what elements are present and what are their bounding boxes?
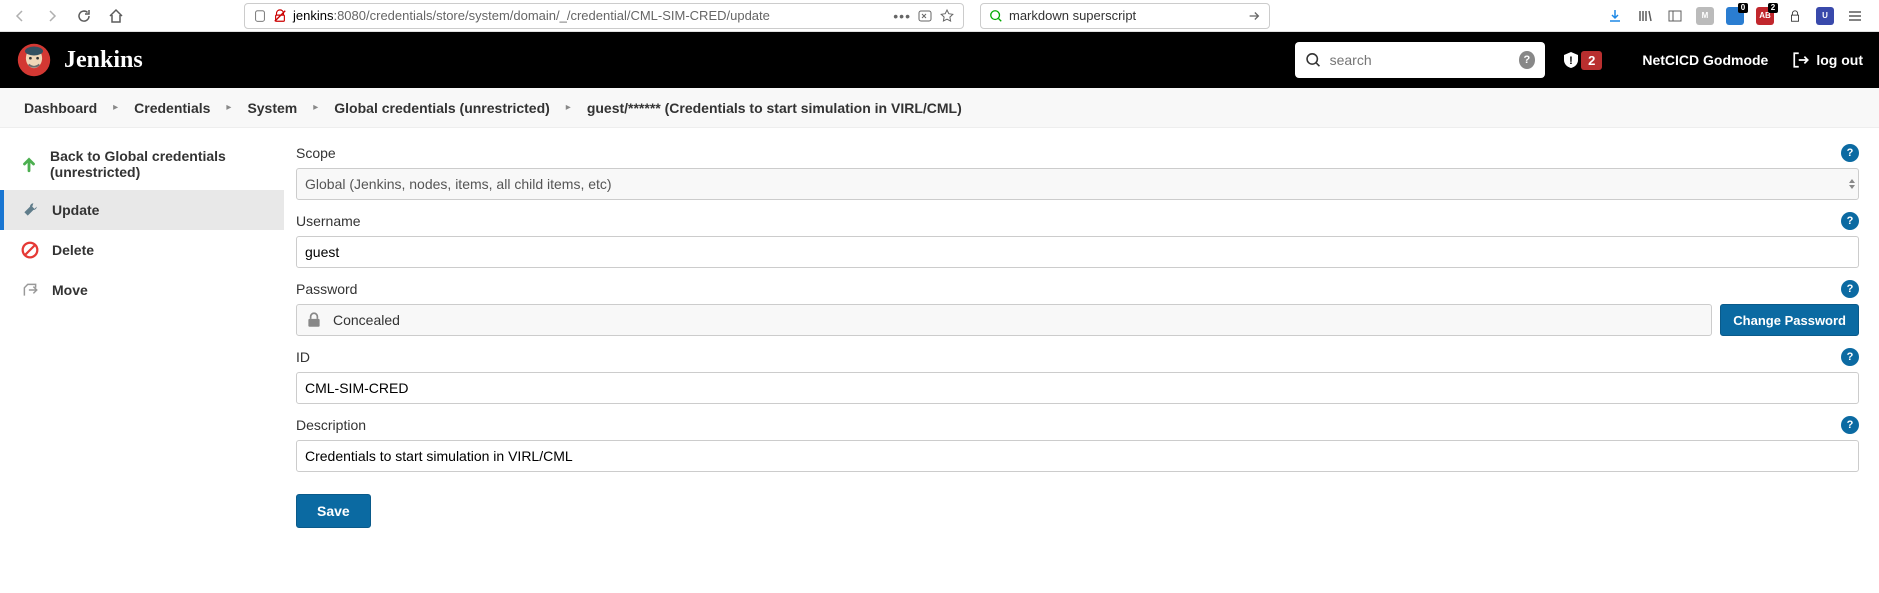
up-arrow-icon: [20, 154, 38, 174]
scope-label: Scope: [296, 145, 336, 161]
reader-mode-icon[interactable]: [917, 8, 933, 24]
wrench-icon: [20, 200, 40, 220]
save-button[interactable]: Save: [296, 494, 371, 528]
breadcrumb: Dashboard ▸ Credentials ▸ System ▸ Globa…: [0, 88, 1879, 128]
help-icon[interactable]: ?: [1841, 212, 1859, 230]
sidebar-item-delete[interactable]: Delete: [0, 230, 284, 270]
scope-select[interactable]: [296, 168, 1859, 200]
sidebar-item-label: Delete: [52, 242, 94, 258]
alert-count: 2: [1581, 51, 1602, 70]
go-arrow-icon[interactable]: [1247, 9, 1261, 23]
sidebar-item-update[interactable]: Update: [0, 190, 284, 230]
nav-forward-button[interactable]: [38, 2, 66, 30]
nav-reload-button[interactable]: [70, 2, 98, 30]
breadcrumb-credential[interactable]: guest/****** (Credentials to start simul…: [587, 100, 962, 116]
breadcrumb-separator: ▸: [313, 102, 318, 113]
jenkins-header: Jenkins ? ! 2 NetCICD Godmode log out: [0, 32, 1879, 88]
extension-abp-icon[interactable]: AB2: [1755, 6, 1775, 26]
shield-icon: [253, 9, 267, 23]
help-icon[interactable]: ?: [1841, 144, 1859, 162]
extension-m-icon[interactable]: M: [1695, 6, 1715, 26]
search-engine-icon: [989, 9, 1003, 23]
help-icon[interactable]: ?: [1841, 416, 1859, 434]
header-search[interactable]: ?: [1295, 42, 1545, 78]
id-input[interactable]: [296, 372, 1859, 404]
search-help-icon[interactable]: ?: [1519, 51, 1536, 69]
browser-search-bar[interactable]: markdown superscript: [980, 3, 1270, 29]
lock-icon: [305, 311, 323, 329]
description-label: Description: [296, 417, 366, 433]
password-display: Concealed: [296, 304, 1712, 336]
breadcrumb-separator: ▸: [226, 102, 231, 113]
browser-search-text: markdown superscript: [1009, 8, 1241, 23]
username-input[interactable]: [296, 236, 1859, 268]
jenkins-title: Jenkins: [64, 47, 143, 74]
jenkins-mascot-icon: [16, 42, 52, 78]
menu-hamburger-icon[interactable]: [1845, 6, 1865, 26]
url-bar[interactable]: jenkins:8080/credentials/store/system/do…: [244, 3, 964, 29]
password-label: Password: [296, 281, 357, 297]
logout-icon: [1792, 51, 1810, 69]
description-input[interactable]: [296, 440, 1859, 472]
help-icon[interactable]: ?: [1841, 348, 1859, 366]
lock-insecure-icon: [273, 9, 287, 23]
password-concealed-text: Concealed: [333, 312, 400, 328]
breadcrumb-separator: ▸: [566, 102, 571, 113]
logout-button[interactable]: log out: [1792, 51, 1863, 69]
bookmark-star-icon[interactable]: [939, 8, 955, 24]
extension-lock-icon[interactable]: [1785, 6, 1805, 26]
library-icon[interactable]: [1635, 6, 1655, 26]
sidebar-item-label: Update: [52, 202, 99, 218]
breadcrumb-separator: ▸: [113, 102, 118, 113]
url-text: jenkins:8080/credentials/store/system/do…: [293, 8, 887, 23]
nav-back-button[interactable]: [6, 2, 34, 30]
extension-blue-icon[interactable]: 0: [1725, 6, 1745, 26]
page-action-ellipsis-icon[interactable]: •••: [893, 8, 911, 24]
jenkins-logo[interactable]: Jenkins: [16, 42, 143, 78]
header-search-input[interactable]: [1330, 52, 1511, 68]
sidebar-toggle-icon[interactable]: [1665, 6, 1685, 26]
sidebar-item-label: Move: [52, 282, 88, 298]
move-icon: [20, 280, 40, 300]
delete-icon: [20, 240, 40, 260]
breadcrumb-credentials[interactable]: Credentials: [134, 100, 210, 116]
svg-text:!: !: [1569, 55, 1573, 67]
alert-shield-icon: !: [1561, 50, 1581, 70]
user-name[interactable]: NetCICD Godmode: [1642, 52, 1768, 68]
help-icon[interactable]: ?: [1841, 280, 1859, 298]
main-form: Scope ? Username ? Password ?: [284, 128, 1879, 558]
breadcrumb-dashboard[interactable]: Dashboard: [24, 100, 97, 116]
sidebar-item-move[interactable]: Move: [0, 270, 284, 310]
username-label: Username: [296, 213, 361, 229]
sidebar-item-back[interactable]: Back to Global credentials (unrestricted…: [0, 138, 284, 190]
breadcrumb-global[interactable]: Global credentials (unrestricted): [334, 100, 550, 116]
search-icon: [1305, 51, 1322, 69]
extension-u-icon[interactable]: U: [1815, 6, 1835, 26]
breadcrumb-system[interactable]: System: [247, 100, 297, 116]
sidebar-item-label: Back to Global credentials (unrestricted…: [50, 148, 264, 180]
downloads-icon[interactable]: [1605, 6, 1625, 26]
nav-home-button[interactable]: [102, 2, 130, 30]
sidebar: Back to Global credentials (unrestricted…: [0, 128, 284, 558]
browser-toolbar: jenkins:8080/credentials/store/system/do…: [0, 0, 1879, 32]
alert-badge[interactable]: ! 2: [1561, 50, 1602, 70]
change-password-button[interactable]: Change Password: [1720, 304, 1859, 336]
id-label: ID: [296, 349, 310, 365]
